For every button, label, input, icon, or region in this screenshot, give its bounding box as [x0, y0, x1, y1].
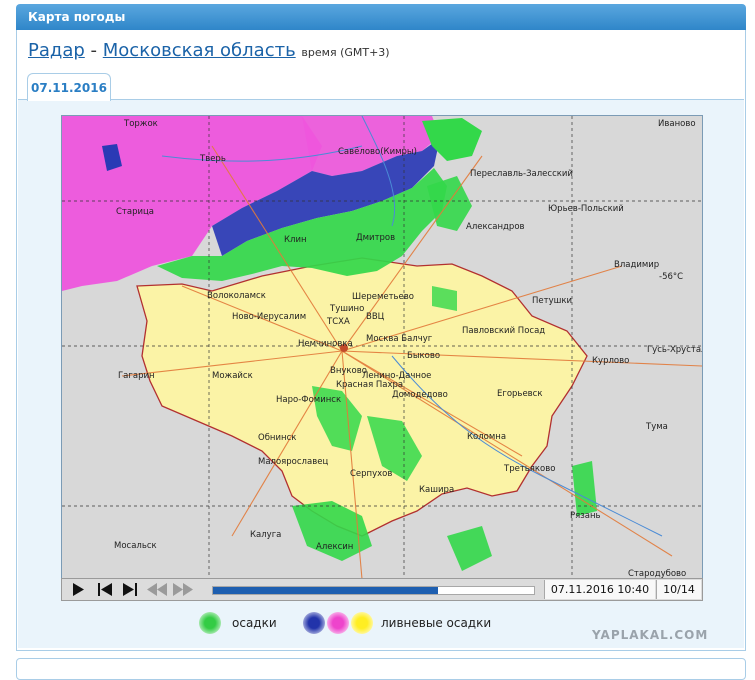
map-city: Серпухов: [350, 469, 392, 479]
map-city: Кашира: [419, 485, 454, 495]
shower-yellow-legend-icon: [351, 612, 373, 634]
map-city: Тушино: [329, 304, 364, 314]
shower-magenta-legend-icon: [327, 612, 349, 634]
map-city: Гагарин: [118, 371, 155, 381]
map-city: Клин: [284, 235, 307, 245]
map-city: Александров: [466, 222, 525, 232]
tab-date[interactable]: 07.11.2016: [27, 73, 111, 101]
step-forward-button[interactable]: [117, 579, 143, 600]
map-city: Немчиновка: [298, 339, 353, 349]
map-city: Третьяково: [503, 464, 555, 474]
map-city: Можайск: [212, 371, 253, 381]
map-city: ТСХА: [326, 317, 350, 327]
map-city: Юрьев-Польский: [548, 204, 624, 214]
map-city: Алексин: [316, 542, 353, 552]
map-city: Коломна: [467, 432, 506, 442]
panel-title: Карта погоды: [28, 10, 126, 24]
radar-map-image: Торжок Тверь Старица Савёлово(Кимры) Пер…: [62, 116, 702, 579]
shower-blue-legend-icon: [303, 612, 325, 634]
map-city: Тума: [645, 422, 668, 432]
frame-datetime: 07.11.2016 10:40: [544, 580, 655, 599]
fast-forward-icon: [173, 583, 193, 596]
map-city: Петушки: [532, 296, 572, 306]
map-city: Торжок: [123, 119, 158, 129]
step-back-icon: [98, 583, 112, 596]
tab-date-label: 07.11.2016: [31, 81, 107, 95]
map-city: Рязань: [570, 511, 601, 521]
map-city: Ново-Иерусалим: [232, 312, 306, 322]
progress-slider[interactable]: [212, 586, 535, 595]
fast-forward-button[interactable]: [170, 579, 196, 600]
map-city: Малоярославец: [258, 457, 328, 467]
step-forward-icon: [123, 583, 137, 596]
map-city: Наро-Фоминск: [276, 395, 341, 405]
map-city: Калуга: [250, 530, 281, 540]
region-link[interactable]: Московская область: [103, 40, 296, 61]
map-city: Старица: [116, 207, 154, 217]
map-city: Переславль-Залесский: [470, 169, 573, 179]
map-city: Быково: [407, 351, 440, 361]
map-city: Тверь: [199, 154, 226, 164]
map-city: Владимир: [614, 260, 659, 270]
map-city: Иваново: [658, 119, 696, 129]
map-city: Волоколамск: [207, 291, 266, 301]
progress-fill: [213, 587, 438, 594]
play-button[interactable]: [64, 579, 90, 600]
map-city: Егорьевск: [497, 389, 543, 399]
map-city: Дмитров: [356, 233, 395, 243]
map-city: Шереметьево: [352, 292, 414, 302]
map-city: Гусь-Хрустальный: [647, 345, 702, 355]
next-panel: [16, 658, 746, 680]
precip-legend-label: осадки: [232, 616, 277, 630]
map-city: ВВЦ: [366, 312, 385, 322]
page-heading: Радар - Московская область время (GMT+3): [28, 40, 390, 61]
frame-counter: 10/14: [656, 580, 701, 599]
step-back-button[interactable]: [92, 579, 118, 600]
map-city: Домодедово: [392, 390, 448, 400]
map-city: Савёлово(Кимры): [338, 147, 417, 157]
shower-legend-label: ливневые осадки: [381, 616, 492, 630]
radar-map: Торжок Тверь Старица Савёлово(Кимры) Пер…: [61, 115, 703, 580]
precip-legend-icon: [199, 612, 221, 634]
map-city: Красная Пахра: [336, 380, 403, 390]
map-city: Павловский Посад: [462, 326, 545, 336]
rewind-button[interactable]: [144, 579, 170, 600]
map-city: Курлово: [592, 356, 629, 366]
map-temperature: -56°C: [659, 272, 683, 282]
play-icon: [73, 583, 84, 596]
map-city: Москва Балчуг: [366, 334, 433, 344]
heading-separator: -: [90, 40, 98, 61]
rewind-icon: [147, 583, 167, 596]
watermark: YAPLAKAL.COM: [592, 628, 709, 642]
weather-map-header: Карта погоды: [16, 4, 746, 30]
map-city: Мосальск: [114, 541, 157, 551]
animation-player: 07.11.2016 10:40 10/14: [61, 578, 703, 601]
radar-link[interactable]: Радар: [28, 40, 85, 61]
timezone-note: время (GMT+3): [301, 46, 390, 59]
map-city: Обнинск: [258, 433, 296, 443]
